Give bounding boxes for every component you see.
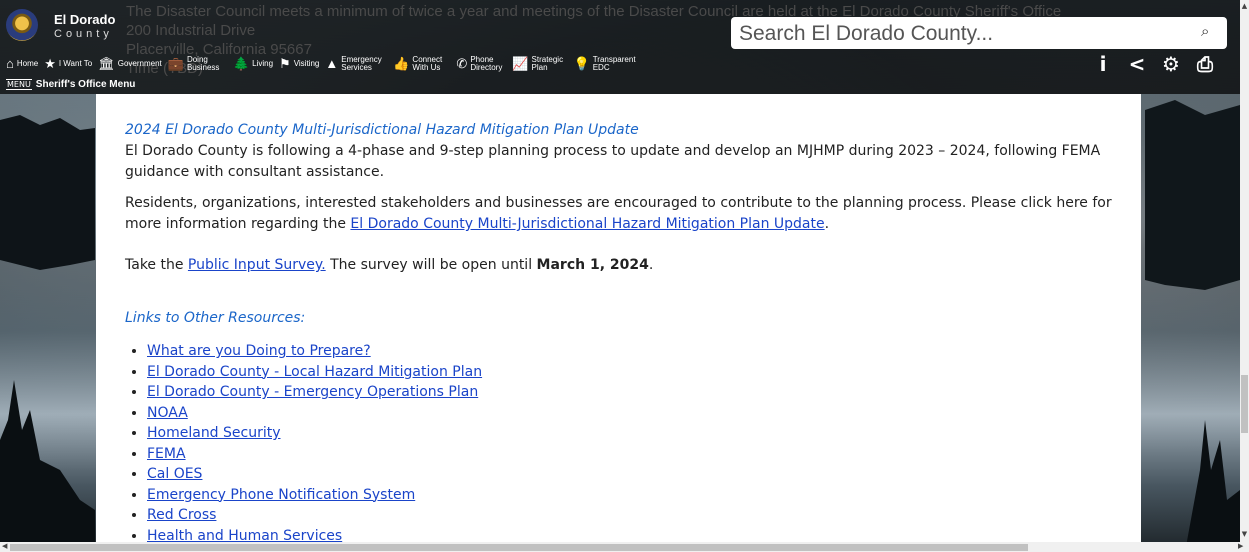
nav-item-living[interactable]: 🌲 Living <box>232 56 274 71</box>
nav-item-transparent-edc[interactable]: 💡 Transparent EDC <box>574 56 637 72</box>
nav-label: Living <box>252 59 274 68</box>
list-item: Cal OES <box>147 464 1115 485</box>
nav-item-connect[interactable]: 👍 Connect With Us <box>393 56 450 72</box>
list-item: El Dorado County - Emergency Operations … <box>147 382 1115 403</box>
horizontal-scrollbar[interactable]: ◀ ▶ <box>0 542 1249 552</box>
nav-item-home[interactable]: ⌂ Home <box>6 56 39 71</box>
nav-label: Connect With Us <box>412 55 443 72</box>
search-icon[interactable]: ⌕ <box>1201 22 1221 42</box>
scroll-left-arrow-icon[interactable]: ◀ <box>2 542 7 550</box>
menu-label: Sheriff's Office Menu <box>35 79 136 90</box>
nav-item-phone-directory[interactable]: ✆ Phone Directory <box>456 56 506 72</box>
resource-link[interactable]: El Dorado County - Local Hazard Mitigati… <box>147 364 482 380</box>
list-item: El Dorado County - Local Hazard Mitigati… <box>147 362 1115 383</box>
mjhmp-update-link[interactable]: El Dorado County Multi-Jurisdictional Ha… <box>350 216 824 232</box>
site-header: The Disaster Council meets a minimum of … <box>0 0 1240 94</box>
nav-item-i-want-to[interactable]: ★ I Want To <box>44 56 93 71</box>
resource-link[interactable]: Health and Human Services <box>147 528 342 543</box>
home-icon: ⌂ <box>6 56 14 71</box>
nav-label: I Want To <box>58 59 93 68</box>
list-item: FEMA <box>147 444 1115 465</box>
nav-label: Doing Business <box>186 55 220 72</box>
list-item: What are you Doing to Prepare? <box>147 341 1115 362</box>
search-input[interactable] <box>737 19 1191 49</box>
paragraph: Residents, organizations, interested sta… <box>125 193 1115 235</box>
list-item: Health and Human Services <box>147 526 1115 543</box>
gear-icon[interactable]: ⚙ <box>1160 52 1182 76</box>
resource-link[interactable]: Cal OES <box>147 466 202 482</box>
star-icon: ★ <box>44 56 56 71</box>
list-item: Red Cross <box>147 505 1115 526</box>
list-item: NOAA <box>147 403 1115 424</box>
nav-item-doing-business[interactable]: 💼 Doing Business <box>168 56 227 72</box>
nav-label: Transparent EDC <box>592 55 636 72</box>
tree-icon: 🌲 <box>232 56 250 71</box>
text: . <box>824 216 830 232</box>
vertical-scroll-thumb[interactable] <box>1241 375 1248 433</box>
info-icon[interactable]: i <box>1092 52 1114 76</box>
nav-label: Government <box>117 59 162 68</box>
print-icon[interactable]: ⎙ <box>1194 52 1216 76</box>
resource-link[interactable]: Emergency Phone Notification System <box>147 487 415 503</box>
resource-links-list: What are you Doing to Prepare? El Dorado… <box>125 341 1115 542</box>
county-seal-logo[interactable] <box>6 9 38 41</box>
building-icon: 🏛 <box>98 56 115 71</box>
main-nav: ⌂ Home ★ I Want To 🏛 Government 💼 Doing Busi… <box>6 53 643 75</box>
public-input-survey-link[interactable]: Public Input Survey. <box>188 257 326 273</box>
section-subheading: 2024 El Dorado County Multi-Jurisdiction… <box>125 122 639 138</box>
resource-link[interactable]: What are you Doing to Prepare? <box>147 343 371 359</box>
nav-label: Phone Directory <box>470 55 503 72</box>
paragraph: Take the Public Input Survey. The survey… <box>125 255 1115 276</box>
text: The survey will be open until <box>325 257 537 273</box>
resource-link[interactable]: Red Cross <box>147 507 216 523</box>
brand-name[interactable]: El Dorado <box>54 12 115 27</box>
nav-item-government[interactable]: 🏛 Government <box>98 56 162 71</box>
list-item: Homeland Security <box>147 423 1115 444</box>
nav-item-visiting[interactable]: ⚑ Visiting <box>279 56 320 71</box>
signpost-icon: ⚑ <box>279 56 291 71</box>
scroll-up-arrow-icon[interactable]: ▲ <box>1240 2 1249 10</box>
nav-label: Visiting <box>293 59 320 68</box>
text: Take the <box>125 257 188 273</box>
search-box: ⌕ <box>731 17 1227 49</box>
phone-icon: ✆ <box>456 56 468 71</box>
resource-link[interactable]: NOAA <box>147 405 188 421</box>
lightbulb-icon: 💡 <box>573 56 590 71</box>
warning-icon: ▲ <box>325 56 339 71</box>
chart-icon: 📈 <box>512 56 529 71</box>
vertical-scrollbar[interactable]: ▲ ▼ <box>1240 0 1249 542</box>
main-content: 2024 El Dorado County Multi-Jurisdiction… <box>96 94 1141 542</box>
paragraph: El Dorado County is following a 4-phase … <box>125 143 1101 180</box>
text: . <box>648 257 654 273</box>
list-item: Emergency Phone Notification System <box>147 485 1115 506</box>
thumbs-up-icon: 👍 <box>393 56 410 71</box>
nav-item-emergency-services[interactable]: ▲ Emergency Services <box>325 56 387 72</box>
brand-subtitle[interactable]: County <box>54 28 113 40</box>
section-subheading: Links to Other Resources: <box>125 310 306 326</box>
nav-item-strategic-plan[interactable]: 📈 Strategic Plan <box>512 56 567 72</box>
deadline-date: March 1, 2024 <box>536 257 649 273</box>
horizontal-scroll-thumb[interactable] <box>10 544 1028 551</box>
menu-icon: MENU <box>6 79 32 90</box>
sheriff-menu-toggle[interactable]: MENU Sheriff's Office Menu <box>6 79 135 90</box>
utility-toolbar: i < ⚙ ⎙ <box>1080 52 1216 76</box>
resource-link[interactable]: El Dorado County - Emergency Operations … <box>147 384 478 400</box>
briefcase-icon: 💼 <box>167 56 184 71</box>
scroll-right-arrow-icon[interactable]: ▶ <box>1238 542 1243 550</box>
nav-label: Home <box>16 59 39 68</box>
nav-label: Strategic Plan <box>531 55 564 72</box>
resource-link[interactable]: FEMA <box>147 446 186 462</box>
share-icon[interactable]: < <box>1126 52 1148 76</box>
resource-link[interactable]: Homeland Security <box>147 425 281 441</box>
nav-label: Emergency Services <box>341 55 382 72</box>
scroll-down-arrow-icon[interactable]: ▼ <box>1240 530 1249 538</box>
